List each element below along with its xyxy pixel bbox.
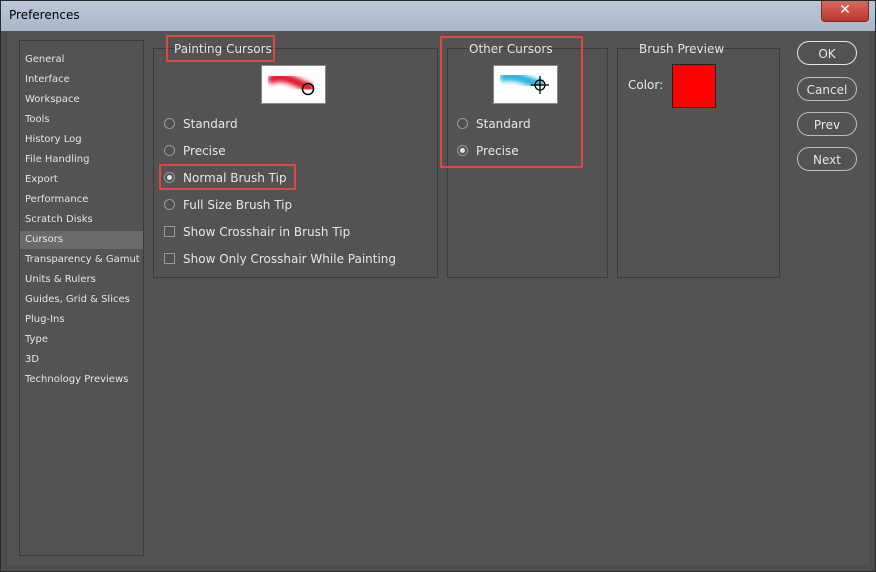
painting-cursors-label-highlight <box>166 35 275 62</box>
sidebar-item-performance[interactable]: Performance <box>20 191 143 209</box>
painting-standard-radio[interactable] <box>164 118 175 129</box>
sidebar-item-file-handling[interactable]: File Handling <box>20 151 143 169</box>
sidebar-item-cursors[interactable]: Cursors <box>20 231 143 249</box>
close-button[interactable]: ✕ <box>821 1 869 22</box>
close-icon: ✕ <box>839 2 851 18</box>
other-precise-label: Precise <box>476 144 519 158</box>
sidebar-item-history-log[interactable]: History Log <box>20 131 143 149</box>
painting-precise-radio[interactable] <box>164 145 175 156</box>
show-only-crosshair-checkbox[interactable] <box>164 253 175 264</box>
dialog-content: General Interface Workspace Tools Histor… <box>7 31 869 565</box>
sidebar-item-guides-grid-slices[interactable]: Guides, Grid & Slices <box>20 291 143 309</box>
color-label: Color: <box>628 78 664 92</box>
painting-full-size-brush-tip-label: Full Size Brush Tip <box>183 198 293 212</box>
cancel-button[interactable]: Cancel <box>797 77 857 101</box>
other-cursor-preview <box>493 65 558 104</box>
brush-color-swatch[interactable] <box>672 64 716 108</box>
sidebar: General Interface Workspace Tools Histor… <box>19 40 144 556</box>
other-precise-radio[interactable] <box>457 145 468 156</box>
sidebar-item-type[interactable]: Type <box>20 331 143 349</box>
sidebar-item-technology-previews[interactable]: Technology Previews <box>20 371 143 389</box>
sidebar-item-scratch-disks[interactable]: Scratch Disks <box>20 211 143 229</box>
show-crosshair-label: Show Crosshair in Brush Tip <box>183 225 351 239</box>
painting-standard-label: Standard <box>183 117 238 131</box>
ok-button[interactable]: OK <box>797 41 857 65</box>
sidebar-item-interface[interactable]: Interface <box>20 71 143 89</box>
cyan-brush-crosshair-icon <box>499 71 549 94</box>
normal-brush-tip-highlight <box>159 164 296 190</box>
painting-cursor-preview <box>261 65 326 104</box>
sidebar-item-tools[interactable]: Tools <box>20 111 143 129</box>
sidebar-item-export[interactable]: Export <box>20 171 143 189</box>
preferences-dialog: Preferences ✕ General Interface Workspac… <box>0 0 876 572</box>
sidebar-item-transparency-gamut[interactable]: Transparency & Gamut <box>20 251 143 269</box>
other-standard-radio[interactable] <box>457 118 468 129</box>
painting-precise-label: Precise <box>183 144 226 158</box>
show-only-crosshair-label: Show Only Crosshair While Painting <box>183 252 397 266</box>
sidebar-item-plug-ins[interactable]: Plug-Ins <box>20 311 143 329</box>
red-brush-stroke-icon <box>267 72 315 96</box>
sidebar-item-workspace[interactable]: Workspace <box>20 91 143 109</box>
next-button[interactable]: Next <box>797 147 857 171</box>
sidebar-item-units-rulers[interactable]: Units & Rulers <box>20 271 143 289</box>
sidebar-item-3d[interactable]: 3D <box>20 351 143 369</box>
title-bar[interactable]: Preferences ✕ <box>1 1 875 31</box>
sidebar-item-general[interactable]: General <box>20 51 143 69</box>
prev-button[interactable]: Prev <box>797 112 857 136</box>
painting-full-size-brush-tip-radio[interactable] <box>164 199 175 210</box>
other-standard-label: Standard <box>476 117 531 131</box>
window-title: Preferences <box>9 8 80 22</box>
show-crosshair-checkbox[interactable] <box>164 226 175 237</box>
brush-preview-label: Brush Preview <box>639 42 725 56</box>
